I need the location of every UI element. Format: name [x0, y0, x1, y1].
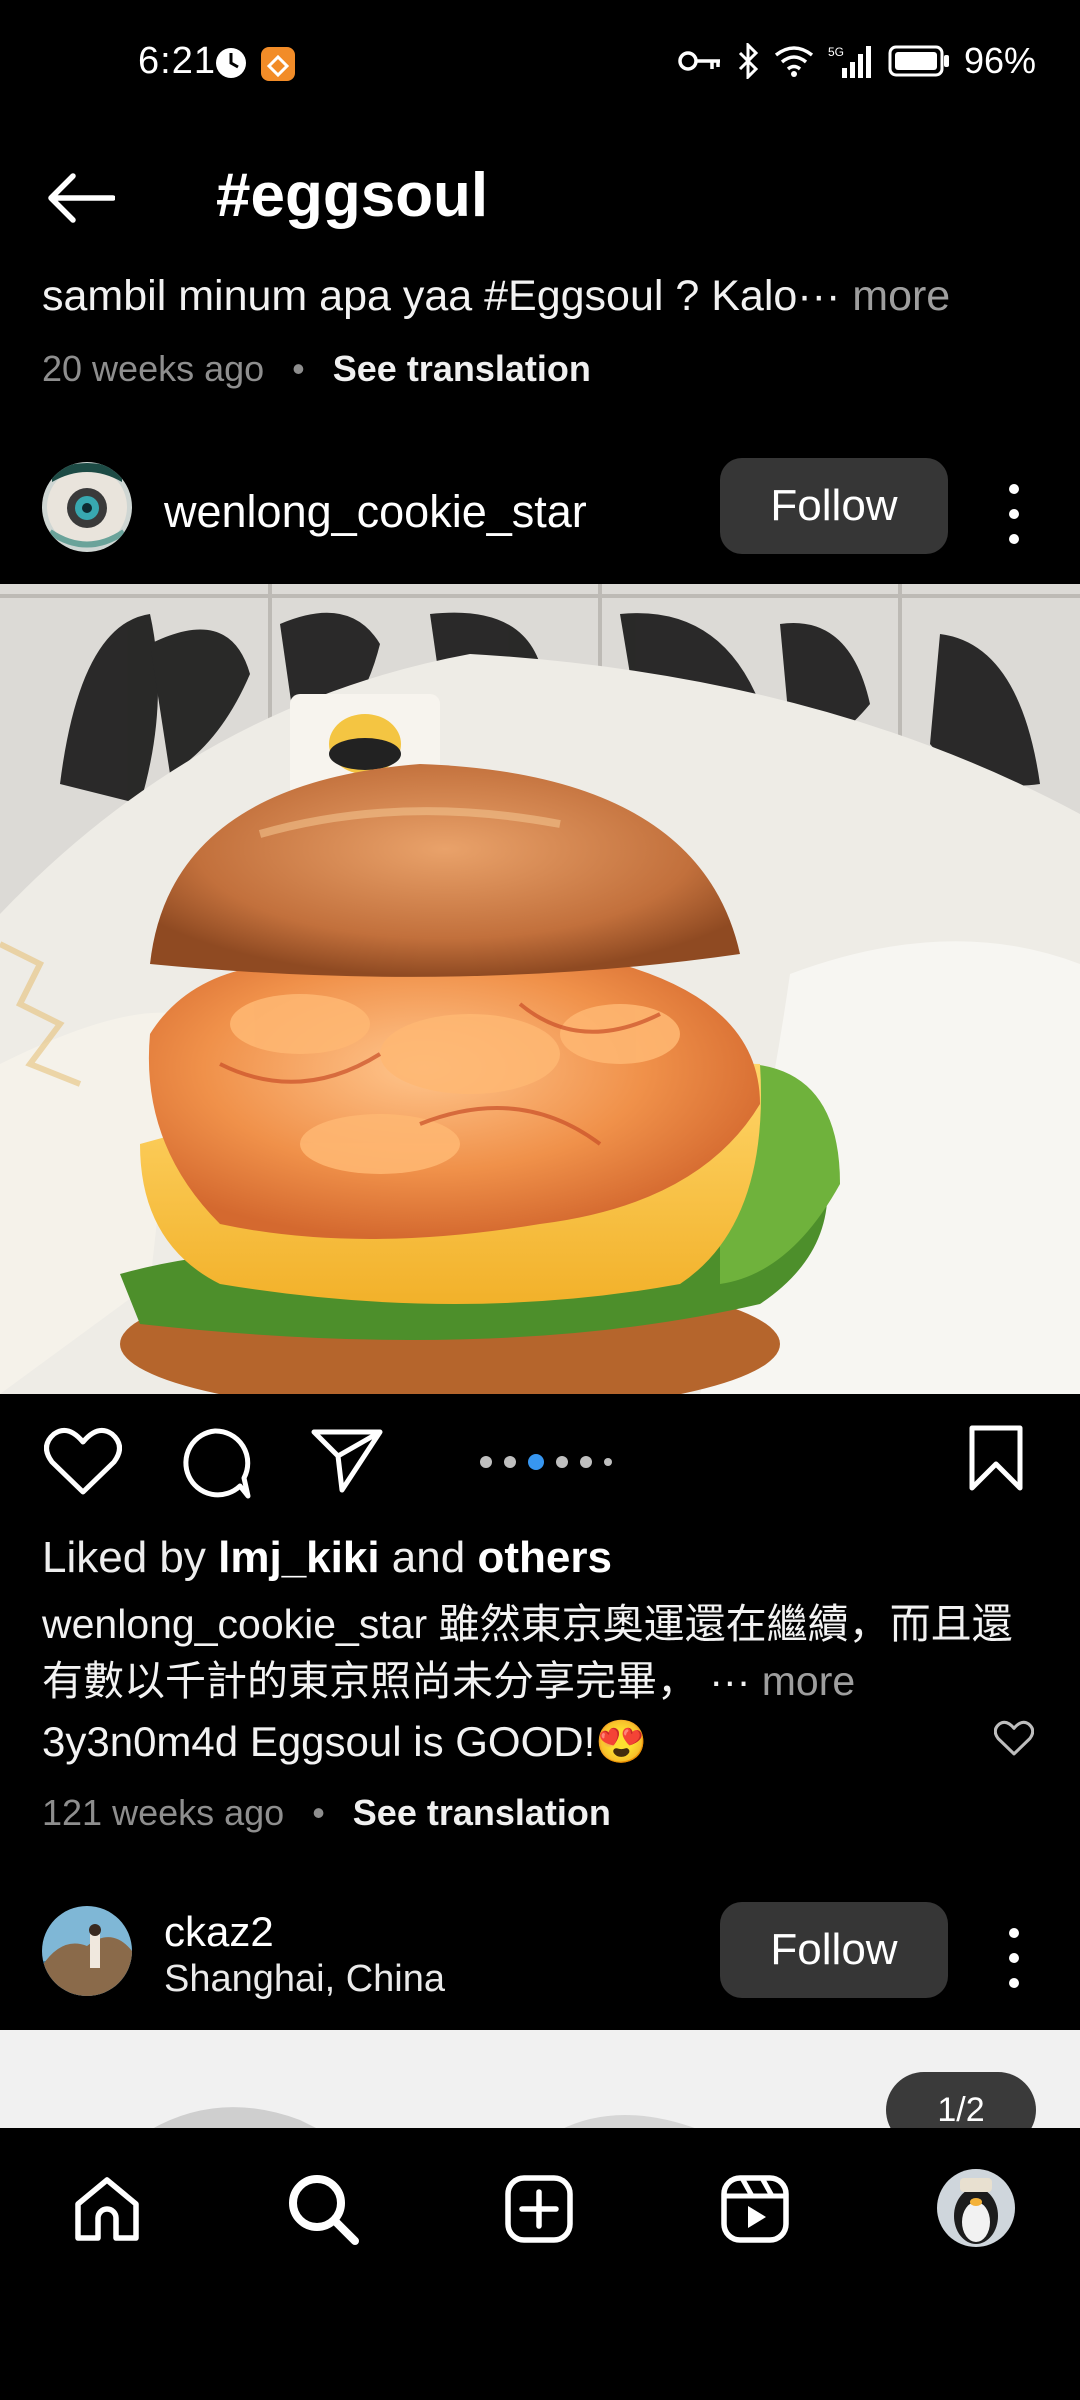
nav-reels[interactable]	[710, 2164, 800, 2254]
send-icon	[311, 1429, 383, 1493]
kebab-dot	[1009, 509, 1019, 519]
caption-more[interactable]: more	[762, 1658, 855, 1704]
heart-icon	[993, 1720, 1035, 1756]
status-left-icons	[214, 46, 296, 82]
search-icon	[289, 2175, 359, 2245]
share-button[interactable]	[310, 1426, 384, 1501]
caption-username[interactable]: wenlong_cookie_star	[42, 1601, 427, 1647]
carousel-dot	[556, 1456, 568, 1468]
next-post-header: ckaz2 Shanghai, China Follow	[0, 1900, 1080, 2020]
post-meta: 121 weeks ago • See translation	[42, 1792, 611, 1834]
prev-caption-ellipsis: ···	[797, 272, 841, 320]
burger-photo	[0, 584, 1080, 1394]
prev-see-translation-link[interactable]: See translation	[333, 348, 591, 389]
save-button[interactable]	[966, 1424, 1026, 1497]
prev-time-ago: 20 weeks ago	[42, 348, 265, 389]
notification-app-icon	[261, 47, 295, 81]
prev-caption-more[interactable]: more	[852, 272, 950, 320]
nav-create[interactable]	[494, 2164, 584, 2254]
next-post-username[interactable]: ckaz2	[164, 1908, 274, 1956]
profile-avatar	[937, 2169, 1015, 2247]
page-title: #eggsoul	[216, 161, 489, 230]
svg-text:5G: 5G	[828, 45, 844, 59]
more-options-button[interactable]	[999, 1928, 1029, 1988]
status-right: 5G 96%	[678, 40, 1036, 82]
home-icon	[75, 2177, 139, 2241]
battery-icon	[888, 45, 949, 77]
post-actions	[0, 1420, 1080, 1500]
status-time: 6:21	[138, 40, 216, 82]
avatar-image	[42, 1906, 132, 1996]
avatar-image	[42, 462, 132, 552]
comment-like-button[interactable]	[993, 1720, 1035, 1761]
heart-icon	[44, 1427, 122, 1495]
prev-post-caption[interactable]: sambil minum apa yaa #Eggsoul ? Kalo··· …	[42, 272, 950, 321]
follow-button[interactable]: Follow	[720, 458, 948, 554]
liked-prefix: Liked by	[42, 1533, 206, 1582]
key-icon	[678, 51, 720, 71]
plus-square-icon	[505, 2175, 573, 2243]
prev-caption-text: sambil minum apa yaa #Eggsoul ? Kalo	[42, 272, 798, 320]
more-options-button[interactable]	[999, 484, 1029, 544]
kebab-dot	[1009, 1978, 1019, 1988]
prev-post-meta: 20 weeks ago • See translation	[42, 348, 591, 390]
carousel-dot-active	[528, 1454, 544, 1470]
kebab-dot	[1009, 1928, 1019, 1938]
liked-and: and	[391, 1533, 466, 1582]
caption-ellipsis: ···	[709, 1658, 751, 1704]
nav-search[interactable]	[278, 2164, 368, 2254]
bottom-nav	[0, 2128, 1080, 2288]
reels-icon	[721, 2175, 789, 2243]
bluetooth-icon	[738, 43, 759, 79]
comment-icon	[183, 1428, 251, 1499]
nav-home[interactable]	[62, 2164, 152, 2254]
battery-percent: 96%	[963, 40, 1036, 81]
wifi-icon	[774, 46, 814, 77]
next-post-location[interactable]: Shanghai, China	[164, 1958, 445, 2001]
time-ago: 121 weeks ago	[42, 1792, 285, 1833]
see-translation-link[interactable]: See translation	[353, 1792, 611, 1833]
carousel-indicator	[480, 1454, 612, 1470]
nav-profile[interactable]	[926, 2158, 1026, 2258]
carousel-dot	[580, 1456, 592, 1468]
clock-app-icon	[216, 48, 246, 78]
comment-text: Eggsoul is GOOD!😍	[249, 1718, 648, 1765]
post-image[interactable]	[0, 584, 1080, 1394]
arrow-left-icon	[48, 173, 115, 223]
post-header: wenlong_cookie_star Follow	[0, 440, 1080, 580]
carousel-dot	[480, 1456, 492, 1468]
back-button[interactable]	[40, 168, 120, 228]
comment-button[interactable]	[178, 1426, 252, 1505]
like-button[interactable]	[44, 1426, 122, 1501]
separator-dot: •	[292, 348, 305, 389]
post-username[interactable]: wenlong_cookie_star	[164, 486, 587, 538]
follow-button[interactable]: Follow	[720, 1902, 948, 1998]
top-header: #eggsoul	[0, 150, 1080, 240]
status-bar: 6:21 5G 96%	[0, 0, 1080, 130]
kebab-dot	[1009, 534, 1019, 544]
comment-row[interactable]: 3y3n0m4d Eggsoul is GOOD!😍	[42, 1718, 648, 1767]
separator-dot: •	[312, 1792, 325, 1833]
cellular-signal-icon: 5G	[828, 45, 871, 78]
liked-others[interactable]: others	[477, 1533, 611, 1582]
carousel-dot	[504, 1456, 516, 1468]
liked-user[interactable]: lmj_kiki	[218, 1533, 379, 1582]
avatar[interactable]	[42, 462, 132, 552]
post-caption[interactable]: wenlong_cookie_star 雖然東京奧運還在繼續，而且還有數以千計的…	[42, 1596, 1042, 1710]
kebab-dot	[1009, 1953, 1019, 1963]
carousel-dot	[604, 1458, 612, 1466]
kebab-dot	[1009, 484, 1019, 494]
liked-by[interactable]: Liked by lmj_kiki and others	[42, 1533, 612, 1583]
comment-username[interactable]: 3y3n0m4d	[42, 1718, 238, 1765]
bookmark-icon	[969, 1425, 1023, 1491]
avatar[interactable]	[42, 1906, 132, 1996]
